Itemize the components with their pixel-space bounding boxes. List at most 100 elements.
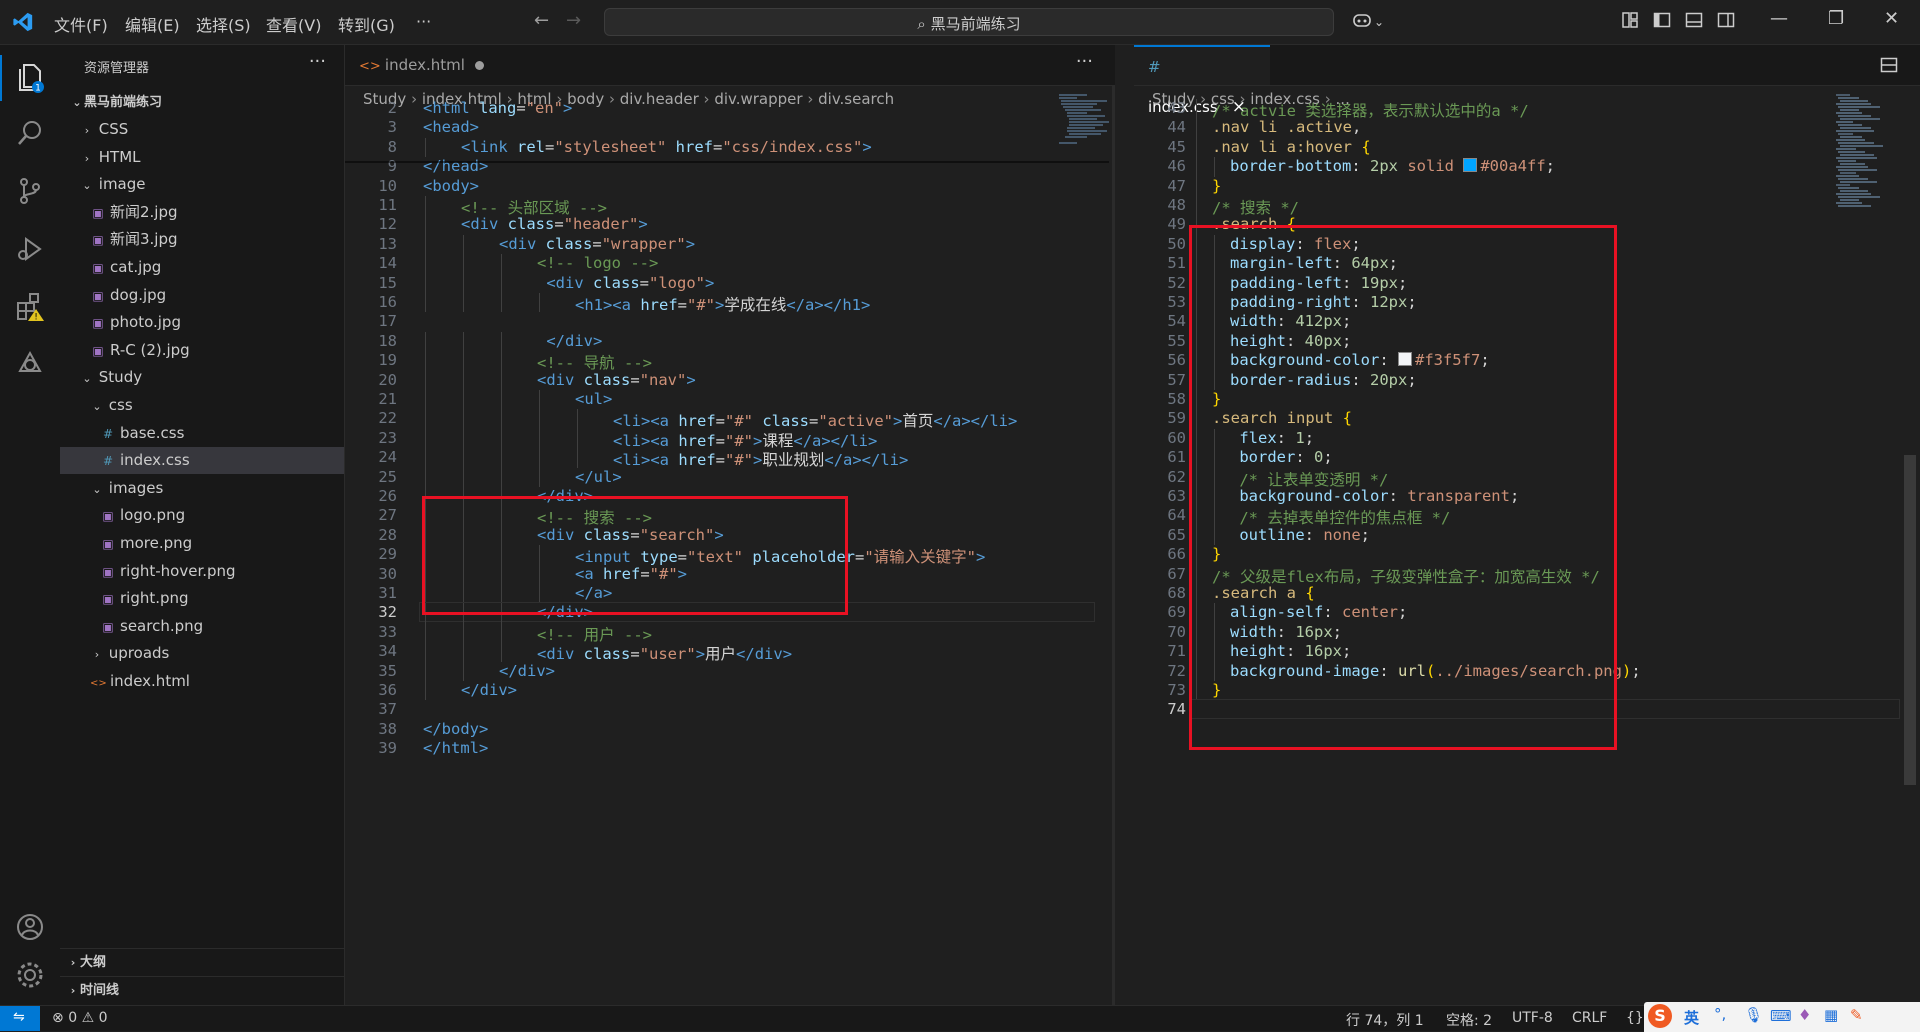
cursor-position[interactable]: 行 74，列 1 [1346,1010,1424,1030]
menu-item-0[interactable]: 文件(F) [54,12,108,36]
unsaved-dot-icon[interactable] [474,61,484,70]
line-number: 28 [378,525,397,544]
tree-item[interactable]: ⌄ css [60,392,344,419]
remote-indicator[interactable]: ⇋ [0,1006,40,1031]
line-number: 27 [378,506,397,525]
tab-label: index.html [384,56,465,74]
remote-explorer-icon[interactable] [14,349,46,381]
image-file-icon: ▣ [92,343,104,358]
explorer-more-button[interactable]: ··· [309,51,326,72]
code-line: </ul> [575,468,622,486]
tree-item[interactable]: › CSS [60,116,344,143]
source-control-icon[interactable] [14,175,46,207]
menu-item-1[interactable]: 编辑(E) [125,12,180,36]
line-number: 65 [1167,525,1186,544]
toolbox-icon[interactable]: ▦ [1824,1006,1838,1024]
code-token: <div [499,234,546,253]
tree-item[interactable]: ▣ 新闻2.jpg [60,199,344,226]
color-swatch[interactable] [1463,158,1478,173]
forward-arrow-icon[interactable]: → [566,10,581,31]
toggle-secondary-sidebar-icon[interactable] [1716,10,1736,30]
tab-index-html[interactable]: <> index.html [345,45,498,85]
minimize-icon[interactable]: — [1770,8,1788,29]
tree-item[interactable]: ▣ more.png [60,530,344,557]
command-center-search[interactable]: ⌕ 黑马前端练习 [604,8,1334,36]
tree-item[interactable]: <> index.html [60,668,344,695]
tree-item[interactable]: ⌄ image [60,171,344,198]
explorer-icon[interactable]: 1 [14,61,46,93]
indent-guide [425,661,426,681]
microphone-icon[interactable]: 🎙 [1744,1006,1763,1024]
tree-item[interactable]: ▣ search.png [60,613,344,640]
menu-item-2[interactable]: 选择(S) [196,12,251,36]
tree-item[interactable]: ▣ dog.jpg [60,282,344,309]
copilot-chevron-down-icon[interactable]: ⌄ [1374,15,1384,29]
tree-item-label: cat.jpg [110,258,162,276]
problems-indicator[interactable]: ⊗ 0 ⚠ 0 [52,1010,108,1026]
breadcrumb-item[interactable]: body [567,90,604,108]
code-token: > [753,431,763,450]
tab-index-css[interactable]: # index.css × [1134,45,1270,117]
ime-toolbar[interactable]: S 英 °, 🎙 ⌨ ♦ ▦ ✎ [1644,1002,1920,1032]
indent-guide [425,137,426,158]
line-number: 26 [378,487,397,505]
settings-gear-icon[interactable] [14,959,46,991]
menu-item-4[interactable]: 转到(G) [338,12,395,36]
punctuation-icon[interactable]: °, [1714,1005,1726,1023]
code-line: <ul> [575,390,612,408]
close-window-icon[interactable]: ✕ [1884,8,1899,29]
tree-item[interactable]: ⌄ images [60,475,344,502]
indentation[interactable]: 空格: 2 [1446,1010,1492,1030]
tree-item[interactable]: › uproads [60,640,344,667]
code-line: <div class="nav"> [537,371,696,389]
tree-item[interactable]: › HTML [60,144,344,171]
split-editor-icon[interactable] [1880,56,1898,74]
menu-item-3[interactable]: 查看(V) [266,12,321,36]
breadcrumb-item[interactable]: div.search [818,90,894,108]
language-mode[interactable]: {} [1626,1010,1644,1026]
tree-item-label: css [108,396,133,414]
tree-item[interactable]: ⌄ Study [60,364,344,391]
chevron-right-icon: › [84,151,90,165]
breadcrumb-item[interactable]: div.wrapper [714,90,802,108]
tree-item[interactable]: ▣ photo.jpg [60,309,344,336]
end-of-line[interactable]: CRLF [1572,1010,1607,1026]
tree-item[interactable]: ▣ logo.png [60,502,344,529]
keyboard-icon[interactable]: ⌨ [1770,1007,1792,1025]
code-token: = [854,548,865,567]
tree-item[interactable]: # index.css [60,447,344,475]
search-view-icon[interactable] [14,117,46,149]
run-debug-icon[interactable] [14,233,46,265]
code-token: /* 搜索 */ [1212,199,1299,217]
outline-section[interactable]: › 大纲 [60,948,344,976]
menu-item-5[interactable]: ··· [416,12,431,31]
toggle-panel-icon[interactable] [1684,10,1704,30]
copilot-icon[interactable] [1352,10,1372,30]
breadcrumb-item[interactable]: div.header [620,90,699,108]
skin-icon[interactable]: ♦ [1798,1006,1811,1024]
line-number: 19 [378,351,397,370]
accounts-icon[interactable] [14,911,46,943]
extensions-icon[interactable]: ! [14,291,46,323]
code-token: > [563,99,573,117]
tree-item[interactable]: ▣ right-hover.png [60,558,344,585]
toggle-primary-sidebar-icon[interactable] [1652,10,1672,30]
tree-item[interactable]: ▣ right.png [60,585,344,612]
tree-item[interactable]: ▣ 新闻3.jpg [60,226,344,253]
encoding[interactable]: UTF-8 [1512,1010,1553,1026]
back-arrow-icon[interactable]: ← [534,10,549,31]
indent-guide [501,390,502,410]
timeline-section[interactable]: › 时间线 [60,976,344,1004]
tree-item[interactable]: ▣ R-C (2).jpg [60,337,344,364]
feedback-icon[interactable]: ✎ [1850,1006,1863,1024]
tree-item[interactable]: ▣ cat.jpg [60,254,344,281]
maximize-icon[interactable]: ❐ [1828,8,1844,29]
tree-item[interactable]: # base.css [60,420,344,447]
customize-layout-icon[interactable] [1620,10,1640,30]
indent-guide [501,331,502,352]
workspace-root[interactable]: ⌄ 黑马前端练习 [60,89,344,116]
ime-language[interactable]: 英 [1684,1007,1699,1028]
line-number: 58 [1167,390,1186,408]
code-token: 职业规划 [762,451,825,470]
editor-more-button[interactable]: ··· [1076,51,1093,72]
